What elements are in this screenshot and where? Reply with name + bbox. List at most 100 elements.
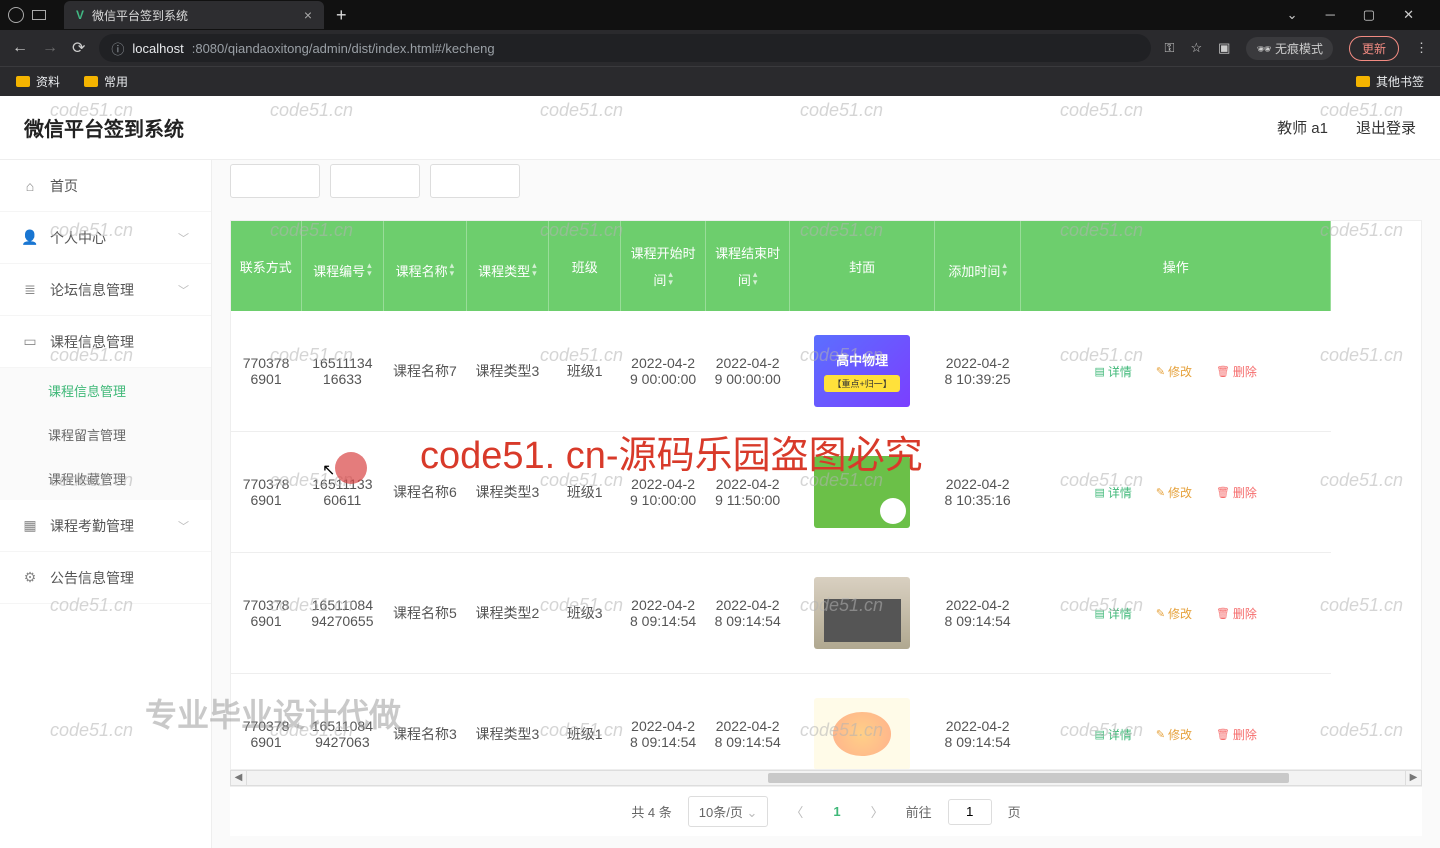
update-button[interactable]: 更新 bbox=[1349, 36, 1399, 61]
delete-button[interactable]: 🗑删除 bbox=[1212, 482, 1261, 503]
back-icon[interactable]: ← bbox=[12, 39, 28, 57]
delete-button[interactable]: 🗑删除 bbox=[1212, 724, 1261, 745]
delete-button[interactable]: 🗑删除 bbox=[1212, 603, 1261, 624]
th-cover[interactable]: 封面 bbox=[790, 221, 934, 311]
cell-class: 班级1 bbox=[549, 432, 621, 553]
cell-course-type: 课程类型3 bbox=[466, 311, 549, 432]
menu-attendance[interactable]: ▦课程考勤管理﹀ bbox=[0, 500, 211, 552]
detail-button[interactable]: ▤详情 bbox=[1091, 603, 1136, 624]
filter-button-3[interactable] bbox=[430, 164, 520, 198]
vue-logo-icon: V bbox=[76, 8, 84, 22]
window-icon bbox=[32, 10, 46, 20]
user-label[interactable]: 教师 a1 bbox=[1277, 117, 1328, 138]
goto-input[interactable] bbox=[948, 799, 992, 825]
menu-icon[interactable]: ⋮ bbox=[1415, 40, 1428, 56]
grid-icon: ▦ bbox=[22, 519, 38, 533]
detail-button[interactable]: ▤详情 bbox=[1091, 361, 1136, 382]
cell-end: 2022-04-29 00:00:00 bbox=[705, 311, 790, 432]
cover-thumbnail[interactable] bbox=[814, 456, 910, 528]
close-tab-icon[interactable]: × bbox=[304, 7, 312, 23]
reload-icon[interactable]: ⟳ bbox=[72, 38, 85, 58]
cell-course-name: 课程名称6 bbox=[384, 432, 467, 553]
cell-contact: 7703786901 bbox=[231, 553, 301, 674]
cell-course-no: 1651113360611 bbox=[301, 432, 384, 553]
menu-home[interactable]: ⌂首页 bbox=[0, 160, 211, 212]
th-end-time[interactable]: 课程结束时间▴▾ bbox=[705, 221, 790, 311]
cell-actions: ▤详情 ✎修改 🗑删除 bbox=[1021, 674, 1331, 771]
filter-button-2[interactable] bbox=[330, 164, 420, 198]
total-count: 共 4 条 bbox=[631, 802, 671, 821]
edit-button[interactable]: ✎修改 bbox=[1152, 361, 1196, 382]
menu-course[interactable]: ▭课程信息管理 bbox=[0, 316, 211, 368]
menu-forum[interactable]: ≣论坛信息管理﹀ bbox=[0, 264, 211, 316]
th-operate[interactable]: 操作 bbox=[1021, 221, 1331, 311]
maximize-icon[interactable]: ▢ bbox=[1363, 7, 1375, 23]
app-title: 微信平台签到系统 bbox=[24, 113, 184, 142]
minimize-icon[interactable]: ─ bbox=[1326, 7, 1335, 23]
th-class[interactable]: 班级 bbox=[549, 221, 621, 311]
th-add-time[interactable]: 添加时间▴▾ bbox=[934, 221, 1021, 311]
table-row: 7703786901 1651108494270655 课程名称5 课程类型2 … bbox=[231, 553, 1331, 674]
bookmarks-bar: 资料 常用 其他书签 bbox=[0, 66, 1440, 96]
submenu-course-fav[interactable]: 课程收藏管理 bbox=[0, 456, 211, 500]
cell-course-no: 165110849427063 bbox=[301, 674, 384, 771]
edit-button[interactable]: ✎修改 bbox=[1152, 724, 1196, 745]
url-path: :8080/qiandaoxitong/admin/dist/index.htm… bbox=[192, 41, 495, 56]
th-contact[interactable]: 联系方式 bbox=[231, 221, 301, 311]
edit-button[interactable]: ✎修改 bbox=[1152, 603, 1196, 624]
forward-icon[interactable]: → bbox=[42, 39, 58, 57]
bookmark-other[interactable]: 其他书签 bbox=[1356, 73, 1424, 90]
cell-course-name: 课程名称7 bbox=[384, 311, 467, 432]
edit-button[interactable]: ✎修改 bbox=[1152, 482, 1196, 503]
cell-cover bbox=[790, 674, 934, 771]
table-row: 7703786901 1651113360611 课程名称6 课程类型3 班级1… bbox=[231, 432, 1331, 553]
logout-link[interactable]: 退出登录 bbox=[1356, 117, 1416, 138]
th-start-time[interactable]: 课程开始时间▴▾ bbox=[621, 221, 706, 311]
nav-bar: ← → ⟳ ⓘ localhost:8080/qiandaoxitong/adm… bbox=[0, 30, 1440, 66]
current-page[interactable]: 1 bbox=[825, 804, 848, 819]
menu-notice[interactable]: ⚙公告信息管理 bbox=[0, 552, 211, 604]
scroll-right-icon[interactable]: ▶ bbox=[1405, 771, 1421, 785]
browser-chrome: V 微信平台签到系统 × + ⌄ ─ ▢ ✕ ← → ⟳ ⓘ localhost… bbox=[0, 0, 1440, 96]
bookmark-ziliao[interactable]: 资料 bbox=[16, 73, 60, 90]
detail-button[interactable]: ▤详情 bbox=[1091, 482, 1136, 503]
main-content: 联系方式 课程编号▴▾ 课程名称▴▾ 课程类型▴▾ 班级 课程开始时间▴▾ 课程… bbox=[212, 160, 1440, 848]
star-icon[interactable]: ☆ bbox=[1190, 40, 1202, 56]
cell-course-type: 课程类型2 bbox=[466, 553, 549, 674]
home-icon: ⌂ bbox=[22, 179, 38, 193]
bookmark-changyong[interactable]: 常用 bbox=[84, 73, 128, 90]
new-tab-button[interactable]: + bbox=[324, 5, 359, 26]
th-course-name[interactable]: 课程名称▴▾ bbox=[384, 221, 467, 311]
scroll-track[interactable] bbox=[247, 771, 1405, 785]
next-page-button[interactable]: 〉 bbox=[865, 802, 890, 821]
incognito-badge: 🕶 无痕模式 bbox=[1246, 37, 1333, 60]
cover-thumbnail[interactable] bbox=[814, 577, 910, 649]
cover-thumbnail[interactable] bbox=[814, 698, 910, 770]
th-course-no[interactable]: 课程编号▴▾ bbox=[301, 221, 384, 311]
site-info-icon[interactable]: ⓘ bbox=[111, 39, 124, 58]
prev-page-button[interactable]: 〈 bbox=[784, 802, 809, 821]
cell-contact: 7703786901 bbox=[231, 311, 301, 432]
cell-course-name: 课程名称3 bbox=[384, 674, 467, 771]
panel-icon[interactable]: ▣ bbox=[1218, 40, 1230, 56]
scroll-thumb[interactable] bbox=[768, 773, 1289, 783]
close-window-icon[interactable]: ✕ bbox=[1403, 7, 1414, 23]
cell-start: 2022-04-29 10:00:00 bbox=[621, 432, 706, 553]
browser-tab[interactable]: V 微信平台签到系统 × bbox=[64, 1, 324, 29]
scroll-left-icon[interactable]: ◀ bbox=[231, 771, 247, 785]
url-bar[interactable]: ⓘ localhost:8080/qiandaoxitong/admin/dis… bbox=[99, 34, 1150, 62]
chevron-down-icon: ﹀ bbox=[178, 282, 189, 298]
horizontal-scrollbar[interactable]: ◀ ▶ bbox=[230, 770, 1422, 786]
page-size-select[interactable]: 10条/页 ⌄ bbox=[688, 796, 769, 827]
submenu-course-msg[interactable]: 课程留言管理 bbox=[0, 412, 211, 456]
submenu-course-info[interactable]: 课程信息管理 bbox=[0, 368, 211, 412]
key-icon[interactable]: ⚿ bbox=[1165, 40, 1175, 56]
filter-button-1[interactable] bbox=[230, 164, 320, 198]
dropdown-icon[interactable]: ⌄ bbox=[1287, 7, 1298, 23]
menu-personal[interactable]: 👤个人中心﹀ bbox=[0, 212, 211, 264]
th-course-type[interactable]: 课程类型▴▾ bbox=[466, 221, 549, 311]
table-header-row: 联系方式 课程编号▴▾ 课程名称▴▾ 课程类型▴▾ 班级 课程开始时间▴▾ 课程… bbox=[231, 221, 1331, 311]
detail-button[interactable]: ▤详情 bbox=[1091, 724, 1136, 745]
delete-button[interactable]: 🗑删除 bbox=[1212, 361, 1261, 382]
cover-thumbnail[interactable]: 高中物理【重点+归一】 bbox=[814, 335, 910, 407]
